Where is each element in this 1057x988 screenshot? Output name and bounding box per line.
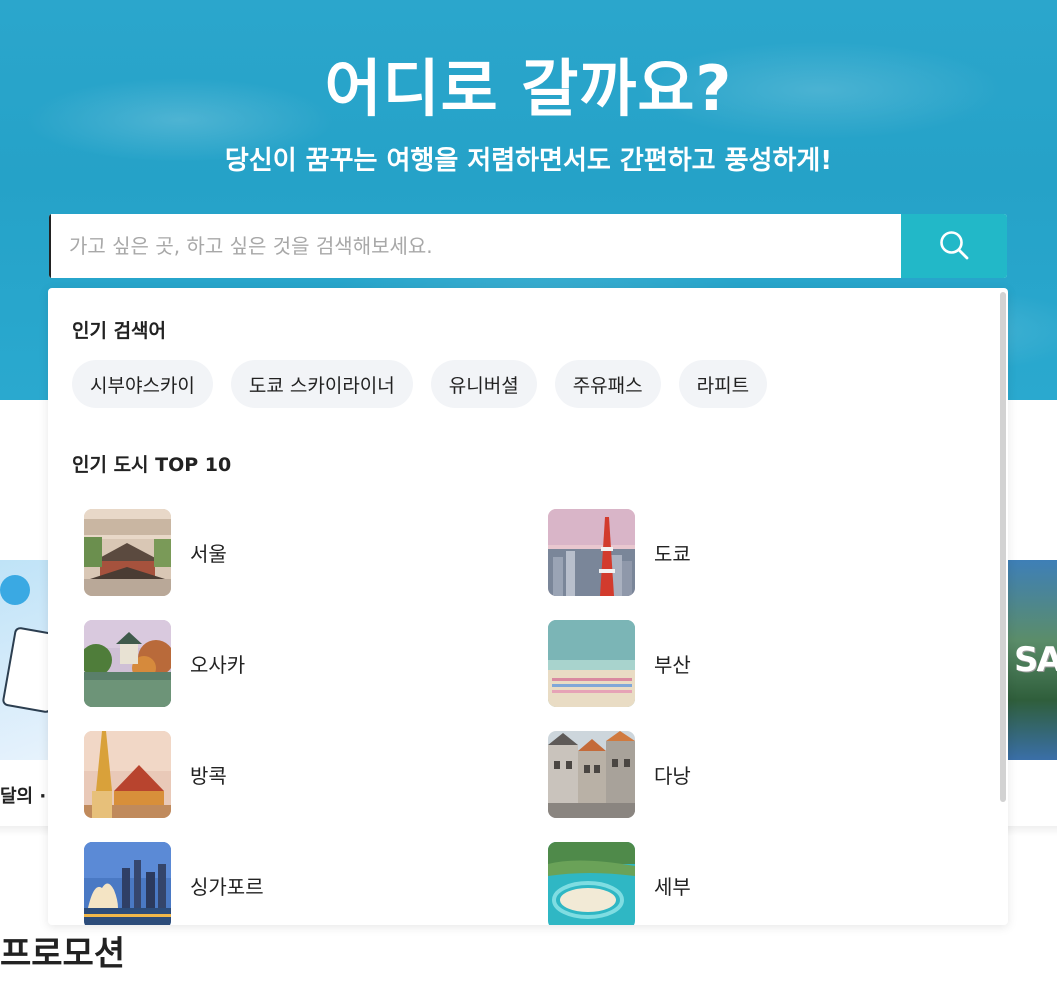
city-thumbnail <box>84 509 171 596</box>
city-thumbnail <box>548 620 635 707</box>
city-name: 싱가포르 <box>190 875 264 899</box>
top-cities-title: 인기 도시 TOP 10 <box>72 454 232 476</box>
city-item-cebu[interactable]: 세부 <box>548 842 691 925</box>
city-item-seoul[interactable]: 서울 <box>84 509 227 596</box>
promotion-section-title: 프로모션 <box>0 934 126 974</box>
search-icon <box>938 229 970 264</box>
search-button[interactable] <box>901 214 1007 278</box>
dropdown-scrollbar[interactable] <box>1000 292 1006 802</box>
hero-subtitle: 당신이 꿈꾸는 여행을 저렴하면서도 간편하고 풍성하게! <box>224 146 833 176</box>
city-item-busan[interactable]: 부산 <box>548 620 691 707</box>
city-name: 오사카 <box>190 653 246 677</box>
search-input[interactable] <box>49 214 901 278</box>
splash-shape <box>0 575 30 605</box>
popular-searches-list: 시부야스카이 도쿄 스카이라이너 유니버셜 주유패스 라피트 <box>72 360 768 408</box>
popular-search-chip[interactable]: 시부야스카이 <box>72 360 213 408</box>
promo-card-left-label[interactable]: 달의 · <box>0 782 46 808</box>
city-item-tokyo[interactable]: 도쿄 <box>548 509 691 596</box>
city-thumbnail <box>548 842 635 925</box>
city-name: 부산 <box>654 653 691 677</box>
promo-card-right-sign: SA <box>1014 640 1057 680</box>
city-thumbnail <box>84 620 171 707</box>
city-item-osaka[interactable]: 오사카 <box>84 620 245 707</box>
popular-search-chip[interactable]: 도쿄 스카이라이너 <box>230 360 413 408</box>
city-name: 도쿄 <box>654 542 691 566</box>
city-name: 세부 <box>654 875 691 899</box>
city-thumbnail <box>84 842 171 925</box>
hero-title: 어디로 갈까요? <box>324 52 733 125</box>
city-thumbnail <box>548 731 635 818</box>
promo-card-right-image[interactable]: SA <box>1008 560 1057 760</box>
popular-searches-title: 인기 검색어 <box>72 320 167 342</box>
city-name: 방콕 <box>190 764 227 788</box>
popular-search-chip[interactable]: 유니버셜 <box>430 360 537 408</box>
city-name: 서울 <box>190 542 227 566</box>
city-name: 다낭 <box>654 764 691 788</box>
popular-search-chip[interactable]: 주유패스 <box>554 360 661 408</box>
popular-search-chip[interactable]: 라피트 <box>678 360 768 408</box>
city-item-singapore[interactable]: 싱가포르 <box>84 842 264 925</box>
search-bar <box>49 214 1007 278</box>
city-thumbnail <box>84 731 171 818</box>
city-thumbnail <box>548 509 635 596</box>
city-item-bangkok[interactable]: 방콕 <box>84 731 227 818</box>
search-suggestions-dropdown: 인기 검색어 시부야스카이 도쿄 스카이라이너 유니버셜 주유패스 라피트 인기… <box>48 288 1008 925</box>
city-item-danang[interactable]: 다낭 <box>548 731 691 818</box>
